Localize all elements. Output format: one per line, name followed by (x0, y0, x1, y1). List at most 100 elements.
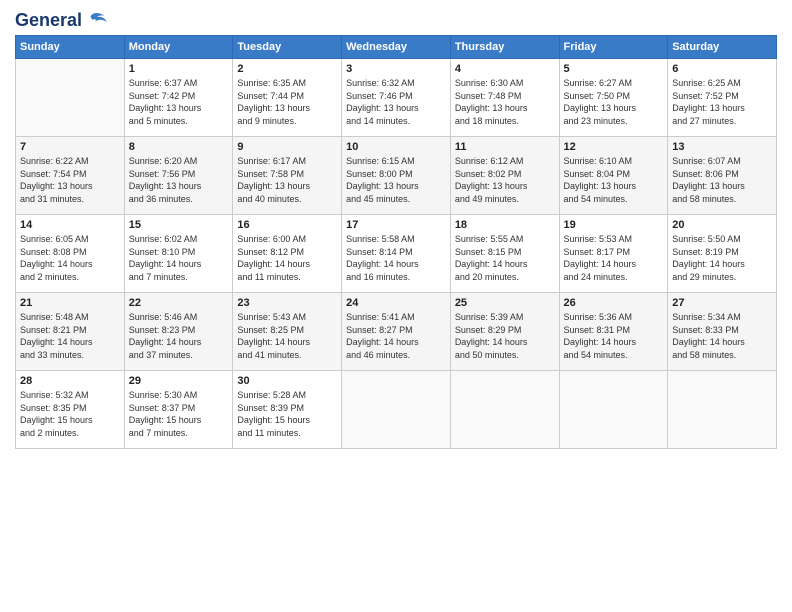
week-row-3: 14 Sunrise: 6:05 AM Sunset: 8:08 PM Dayli… (16, 215, 777, 293)
weekday-header-tuesday: Tuesday (233, 36, 342, 59)
day-number: 27 (672, 297, 772, 309)
day-number: 7 (20, 141, 120, 153)
calendar-cell: 21 Sunrise: 5:48 AM Sunset: 8:21 PM Dayli… (16, 293, 125, 371)
day-info: Sunrise: 5:28 AM Sunset: 8:39 PM Dayligh… (237, 389, 337, 439)
day-info: Sunrise: 6:07 AM Sunset: 8:06 PM Dayligh… (672, 155, 772, 205)
calendar-cell: 24 Sunrise: 5:41 AM Sunset: 8:27 PM Dayli… (342, 293, 451, 371)
day-info: Sunrise: 5:41 AM Sunset: 8:27 PM Dayligh… (346, 311, 446, 361)
day-number: 8 (129, 141, 229, 153)
day-number: 21 (20, 297, 120, 309)
day-number: 2 (237, 63, 337, 75)
calendar-cell: 11 Sunrise: 6:12 AM Sunset: 8:02 PM Dayli… (450, 137, 559, 215)
calendar-cell: 6Sunrise: 6:25 AM Sunset: 7:52 PM Daylig… (668, 59, 777, 137)
day-info: Sunrise: 5:48 AM Sunset: 8:21 PM Dayligh… (20, 311, 120, 361)
day-info: Sunrise: 6:30 AM Sunset: 7:48 PM Dayligh… (455, 77, 555, 127)
day-info: Sunrise: 5:55 AM Sunset: 8:15 PM Dayligh… (455, 233, 555, 283)
day-info: Sunrise: 5:30 AM Sunset: 8:37 PM Dayligh… (129, 389, 229, 439)
day-info: Sunrise: 6:27 AM Sunset: 7:50 PM Dayligh… (564, 77, 664, 127)
calendar-cell: 29Sunrise: 5:30 AM Sunset: 8:37 PM Dayli… (124, 371, 233, 449)
calendar-cell: 27 Sunrise: 5:34 AM Sunset: 8:33 PM Dayli… (668, 293, 777, 371)
calendar-cell: 26 Sunrise: 5:36 AM Sunset: 8:31 PM Dayli… (559, 293, 668, 371)
calendar-cell: 13Sunrise: 6:07 AM Sunset: 8:06 PM Dayli… (668, 137, 777, 215)
day-info: Sunrise: 6:17 AM Sunset: 7:58 PM Dayligh… (237, 155, 337, 205)
day-number: 28 (20, 375, 120, 387)
calendar-cell (668, 371, 777, 449)
day-info: Sunrise: 6:10 AM Sunset: 8:04 PM Dayligh… (564, 155, 664, 205)
day-info: Sunrise: 6:35 AM Sunset: 7:44 PM Dayligh… (237, 77, 337, 127)
day-info: Sunrise: 6:12 AM Sunset: 8:02 PM Dayligh… (455, 155, 555, 205)
logo: General (15, 10, 107, 27)
day-info: Sunrise: 5:39 AM Sunset: 8:29 PM Dayligh… (455, 311, 555, 361)
week-row-5: 28 Sunrise: 5:32 AM Sunset: 8:35 PM Dayli… (16, 371, 777, 449)
calendar-cell (16, 59, 125, 137)
day-number: 9 (237, 141, 337, 153)
day-info: Sunrise: 6:05 AM Sunset: 8:08 PM Dayligh… (20, 233, 120, 283)
week-row-4: 21 Sunrise: 5:48 AM Sunset: 8:21 PM Dayli… (16, 293, 777, 371)
day-info: Sunrise: 6:00 AM Sunset: 8:12 PM Dayligh… (237, 233, 337, 283)
calendar-cell: 20 Sunrise: 5:50 AM Sunset: 8:19 PM Dayli… (668, 215, 777, 293)
calendar-cell: 3 Sunrise: 6:32 AM Sunset: 7:46 PM Daylig… (342, 59, 451, 137)
weekday-header-friday: Friday (559, 36, 668, 59)
day-number: 30 (237, 375, 337, 387)
day-info: Sunrise: 5:46 AM Sunset: 8:23 PM Dayligh… (129, 311, 229, 361)
calendar-cell: 15 Sunrise: 6:02 AM Sunset: 8:10 PM Dayli… (124, 215, 233, 293)
calendar-cell: 5 Sunrise: 6:27 AM Sunset: 7:50 PM Daylig… (559, 59, 668, 137)
calendar-cell: 25 Sunrise: 5:39 AM Sunset: 8:29 PM Dayli… (450, 293, 559, 371)
day-info: Sunrise: 6:15 AM Sunset: 8:00 PM Dayligh… (346, 155, 446, 205)
day-info: Sunrise: 5:32 AM Sunset: 8:35 PM Dayligh… (20, 389, 120, 439)
day-number: 4 (455, 63, 555, 75)
calendar-cell: 7 Sunrise: 6:22 AM Sunset: 7:54 PM Daylig… (16, 137, 125, 215)
calendar-cell: 23 Sunrise: 5:43 AM Sunset: 8:25 PM Dayli… (233, 293, 342, 371)
day-info: Sunrise: 5:34 AM Sunset: 8:33 PM Dayligh… (672, 311, 772, 361)
day-info: Sunrise: 5:58 AM Sunset: 8:14 PM Dayligh… (346, 233, 446, 283)
day-number: 6 (672, 63, 772, 75)
day-number: 12 (564, 141, 664, 153)
calendar-cell: 16 Sunrise: 6:00 AM Sunset: 8:12 PM Dayli… (233, 215, 342, 293)
day-number: 15 (129, 219, 229, 231)
day-number: 14 (20, 219, 120, 231)
day-number: 26 (564, 297, 664, 309)
calendar-cell (450, 371, 559, 449)
calendar-cell: 9 Sunrise: 6:17 AM Sunset: 7:58 PM Daylig… (233, 137, 342, 215)
calendar-page: General SundayMondayTuesdayWednesdayThur… (0, 0, 792, 612)
calendar-cell: 14 Sunrise: 6:05 AM Sunset: 8:08 PM Dayli… (16, 215, 125, 293)
calendar-cell: 28 Sunrise: 5:32 AM Sunset: 8:35 PM Dayli… (16, 371, 125, 449)
day-info: Sunrise: 5:36 AM Sunset: 8:31 PM Dayligh… (564, 311, 664, 361)
day-info: Sunrise: 5:50 AM Sunset: 8:19 PM Dayligh… (672, 233, 772, 283)
day-number: 1 (129, 63, 229, 75)
day-info: Sunrise: 6:02 AM Sunset: 8:10 PM Dayligh… (129, 233, 229, 283)
calendar-cell: 17 Sunrise: 5:58 AM Sunset: 8:14 PM Dayli… (342, 215, 451, 293)
calendar-cell: 19 Sunrise: 5:53 AM Sunset: 8:17 PM Dayli… (559, 215, 668, 293)
day-number: 25 (455, 297, 555, 309)
day-number: 17 (346, 219, 446, 231)
calendar-cell (342, 371, 451, 449)
day-number: 5 (564, 63, 664, 75)
calendar-cell: 22Sunrise: 5:46 AM Sunset: 8:23 PM Dayli… (124, 293, 233, 371)
day-info: Sunrise: 5:43 AM Sunset: 8:25 PM Dayligh… (237, 311, 337, 361)
weekday-header-wednesday: Wednesday (342, 36, 451, 59)
day-number: 20 (672, 219, 772, 231)
calendar-cell: 8 Sunrise: 6:20 AM Sunset: 7:56 PM Daylig… (124, 137, 233, 215)
weekday-header-sunday: Sunday (16, 36, 125, 59)
day-number: 19 (564, 219, 664, 231)
day-number: 3 (346, 63, 446, 75)
calendar-cell: 30 Sunrise: 5:28 AM Sunset: 8:39 PM Dayli… (233, 371, 342, 449)
calendar-cell: 18 Sunrise: 5:55 AM Sunset: 8:15 PM Dayli… (450, 215, 559, 293)
weekday-header-saturday: Saturday (668, 36, 777, 59)
calendar-cell: 2 Sunrise: 6:35 AM Sunset: 7:44 PM Daylig… (233, 59, 342, 137)
day-info: Sunrise: 6:32 AM Sunset: 7:46 PM Dayligh… (346, 77, 446, 127)
header: General (15, 10, 777, 27)
weekday-header-row: SundayMondayTuesdayWednesdayThursdayFrid… (16, 36, 777, 59)
day-number: 11 (455, 141, 555, 153)
week-row-2: 7 Sunrise: 6:22 AM Sunset: 7:54 PM Daylig… (16, 137, 777, 215)
day-info: Sunrise: 6:22 AM Sunset: 7:54 PM Dayligh… (20, 155, 120, 205)
day-number: 16 (237, 219, 337, 231)
calendar-cell (559, 371, 668, 449)
day-number: 18 (455, 219, 555, 231)
day-info: Sunrise: 6:20 AM Sunset: 7:56 PM Dayligh… (129, 155, 229, 205)
day-number: 23 (237, 297, 337, 309)
day-number: 24 (346, 297, 446, 309)
day-info: Sunrise: 5:53 AM Sunset: 8:17 PM Dayligh… (564, 233, 664, 283)
day-number: 10 (346, 141, 446, 153)
calendar-cell: 12 Sunrise: 6:10 AM Sunset: 8:04 PM Dayli… (559, 137, 668, 215)
